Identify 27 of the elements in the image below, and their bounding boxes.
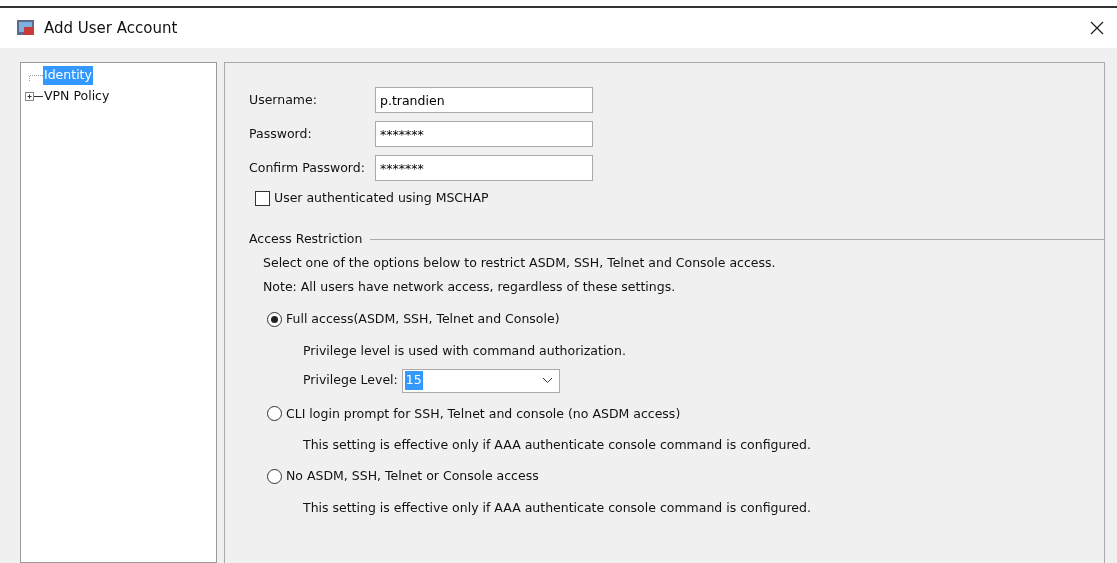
input-field[interactable]: ******* <box>375 155 593 181</box>
radio-button[interactable] <box>267 311 282 327</box>
window-title: Add User Account <box>44 17 179 39</box>
expand-icon[interactable] <box>25 91 43 102</box>
tree-item[interactable]: VPN Policy <box>43 87 111 106</box>
chevron-down-icon <box>541 377 553 384</box>
app-icon <box>16 19 36 37</box>
checkbox[interactable] <box>255 190 270 206</box>
field-label: Privilege Level: <box>303 371 398 390</box>
input-field[interactable]: ******* <box>375 121 593 147</box>
radio-button[interactable] <box>267 468 282 484</box>
field-label: Username: <box>249 90 318 109</box>
radio-label: CLI login prompt for SSH, Telnet and console (no ASDM access) <box>286 404 681 423</box>
close-icon[interactable] <box>1089 20 1105 36</box>
info-text: Select one of the options below to restrict ASDM, SSH, Telnet and Console access. <box>263 253 777 272</box>
option-description: Privilege level is used with command authorization. <box>303 341 627 360</box>
field-label: Password: <box>249 124 313 143</box>
option-description: This setting is effective only if AAA authenticate console command is configured. <box>303 498 812 517</box>
checkbox-label: User authenticated using MSCHAP <box>274 189 489 207</box>
radio-button[interactable] <box>267 406 282 422</box>
section-title: Access Restriction <box>249 229 363 248</box>
input-field[interactable]: p.trandien <box>375 87 593 113</box>
option-description: This setting is effective only if AAA authenticate console command is configured. <box>303 436 812 455</box>
radio-label: No ASDM, SSH, Telnet or Console access <box>286 467 539 485</box>
radio-label: Full access(ASDM, SSH, Telnet and Console) <box>286 310 560 328</box>
field-label: Confirm Password: <box>249 158 366 177</box>
info-text: Note: All users have network access, regardless of these settings. <box>263 278 677 297</box>
